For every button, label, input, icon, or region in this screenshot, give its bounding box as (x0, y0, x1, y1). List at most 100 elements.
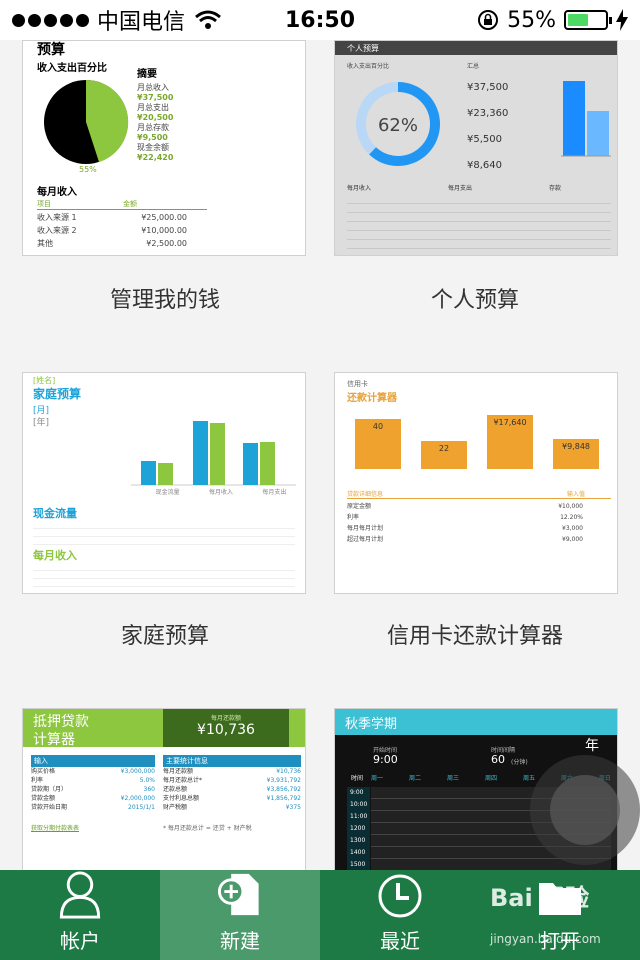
chart-label: 每月支出 (262, 489, 287, 496)
table-row: 每月还款额 ¥10,736 (163, 768, 301, 775)
tab-recent[interactable]: 最近 (320, 870, 480, 960)
interval-value: 60 (491, 753, 505, 766)
progress-ring: 62% (356, 82, 440, 166)
summary-value: ¥5,500 (467, 134, 502, 145)
tab-new[interactable]: 新建 (160, 870, 320, 960)
clock-time: 16:50 (284, 7, 356, 33)
template-family-budget[interactable]: [姓名] 家庭预算 [月] [年] 现金流量 每月收入 每月支出 现金流量 每月… (22, 372, 306, 594)
template-caption: 管理我的钱 (109, 288, 220, 313)
chart-label: 现金流量 (155, 489, 180, 496)
template-caption: 个人预算 (430, 288, 519, 313)
person-icon (59, 871, 101, 919)
watermark-url: jingyan.baidu.com (490, 932, 601, 946)
bar-label: ¥9,848 (562, 442, 590, 451)
section-headers: 每月收入 每月支出 存款 (347, 183, 611, 192)
summary-label: 现金余额 (137, 143, 169, 152)
tile-small-title: 信用卡 (347, 380, 368, 388)
time-column: 9:00 10:00 11:00 1200 1300 1400 1500 (347, 787, 371, 870)
schedule-link: 获取分期付款表表 (31, 825, 80, 832)
template-manage-money[interactable]: 预算 收入支出百分比 55% 摘要 月总收入 ¥37,500 月总支出 ¥20,… (22, 40, 306, 256)
tile-subtitle: 收入支出百分比 (37, 63, 107, 74)
tab-label: 帐户 (60, 929, 100, 953)
template-personal-budget[interactable]: 个人预算 收入支出百分比 62% 汇总 ¥37,500 ¥23,360 ¥5,5… (334, 40, 618, 256)
summary-list: 月总收入 ¥37,500 月总支出 ¥20,500 月总存款 ¥9,500 现金… (137, 83, 173, 163)
info-title: 主要统计信息 (163, 755, 301, 767)
clock-icon (378, 874, 422, 918)
table-row: 每月还款总计* ¥3,931,792 (163, 777, 301, 784)
summary-values: ¥37,500 ¥23,360 ¥5,500 ¥8,640 (467, 75, 508, 179)
start-value: 9:00 (373, 753, 398, 766)
section-title: 每月收入 (37, 187, 77, 198)
time-column-header: 时间 (351, 775, 364, 782)
battery-icon (564, 10, 612, 30)
pie-chart (44, 79, 129, 164)
table-row: 每月每月计划 ¥3,000 (347, 525, 583, 532)
section-title: 每月支出 (447, 185, 472, 192)
new-document-icon (217, 873, 259, 916)
tile-title: 抵押贷款 (33, 714, 89, 730)
table-header: 项目 金额 (37, 199, 207, 210)
mortgage-infos: 每月还款额 ¥10,736 每月还款总计* ¥3,931,792 还款总额 ¥3,85… (163, 767, 301, 812)
year-label: [年] (33, 418, 50, 428)
status-bar: 中国电信 16:50 55% (0, 0, 640, 40)
bar-chart (561, 81, 611, 157)
summary-value: ¥22,420 (137, 153, 174, 162)
tile-header: 个人预算 (335, 41, 617, 55)
tab-account[interactable]: 帐户 (0, 870, 160, 960)
chart-labels: 现金流量 每月收入 每月支出 (141, 487, 301, 496)
table-row: 支付利息总额 ¥1,856,792 (163, 795, 301, 802)
summary-value: ¥37,500 (467, 82, 509, 93)
table-row: 贷款期（月） 360 (31, 786, 155, 793)
tile-title: 计算器 (33, 732, 75, 748)
interval-unit: (分钟) (511, 759, 528, 766)
chart-label: 每月收入 (208, 489, 233, 496)
payment-label: 每月还款额 (210, 715, 241, 722)
income-title: 每月收入 (33, 547, 295, 564)
template-mortgage-calculator[interactable]: 抵押贷款 计算器 每月还款额 ¥10,736 输入 主要统计信息 购买价格 ¥3,… (22, 708, 306, 870)
column-header: 项目 (37, 200, 51, 208)
input-label: 输入值 (567, 491, 586, 498)
bar-label: 22 (439, 444, 449, 453)
assistive-touch-button[interactable] (530, 755, 640, 865)
summary-value: ¥23,360 (467, 108, 509, 119)
tile-title: 秋季学期 (345, 717, 398, 732)
template-caption: 信用卡还款计算器 (386, 624, 563, 649)
bar-label: 40 (373, 422, 383, 431)
table-row: 利率 12.20% (347, 514, 583, 521)
tile-title: 预算 (37, 42, 65, 58)
summary-label: 月总收入 (137, 83, 169, 92)
table-row: 购买价格 ¥3,000,000 (31, 768, 155, 775)
ring-label: 收入支出百分比 (347, 63, 390, 70)
watermark-brand: Bai 经验 (490, 884, 590, 912)
payment-value: ¥10,736 (197, 722, 255, 738)
table-row: 原定金额 ¥10,000 (347, 503, 583, 510)
table-row: 收入来源 1 ¥25,000.00 (37, 213, 187, 222)
table-row: 贷款开始日期 2015/1/1 (31, 804, 155, 811)
table-row: 其他 ¥2,500.00 (37, 239, 187, 248)
summary-value: ¥9,500 (137, 133, 168, 142)
input-title: 输入 (31, 755, 155, 767)
budget-table (347, 195, 611, 251)
summary-title: 摘要 (137, 69, 157, 80)
column-header: 金额 (123, 200, 137, 208)
summary-label: 月总存款 (137, 123, 169, 132)
mortgage-inputs: 购买价格 ¥3,000,000 利率 5.0% 贷款期（月） 360 贷款金额 ¥2,0… (31, 767, 155, 812)
summary-value: ¥8,640 (467, 160, 502, 171)
table-row: 财产税额 ¥375 (163, 804, 301, 811)
table-rows: 收入来源 1 ¥25,000.00 收入来源 2 ¥10,000.00 其他 ¥2,5… (37, 211, 187, 250)
summary-title: 汇总 (467, 63, 480, 70)
section-title: 存款 (548, 185, 561, 192)
year-label: 年 (585, 738, 599, 754)
table-row: 收入来源 2 ¥10,000.00 (37, 226, 187, 235)
summary-label: 月总支出 (137, 103, 169, 112)
pie-percent: 55% (79, 165, 97, 174)
ring-percent: 62% (378, 115, 418, 136)
tab-label: 新建 (220, 929, 260, 953)
loan-rows: 原定金额 ¥10,000 利率 12.20% 每月每月计划 ¥3,000 超过每月计划… (347, 501, 583, 545)
cash-flow-table (33, 521, 295, 545)
template-credit-card-calculator[interactable]: 信用卡 还款计算器 40 22 ¥17,640 ¥9,848 贷款详细信息 输入… (334, 372, 618, 594)
income-table (33, 563, 295, 591)
table-row: 利率 5.0% (31, 777, 155, 784)
summary-value: ¥37,500 (137, 93, 174, 102)
footnote: * 每月还款总计 = 还贷 + 财产税 (163, 825, 252, 832)
